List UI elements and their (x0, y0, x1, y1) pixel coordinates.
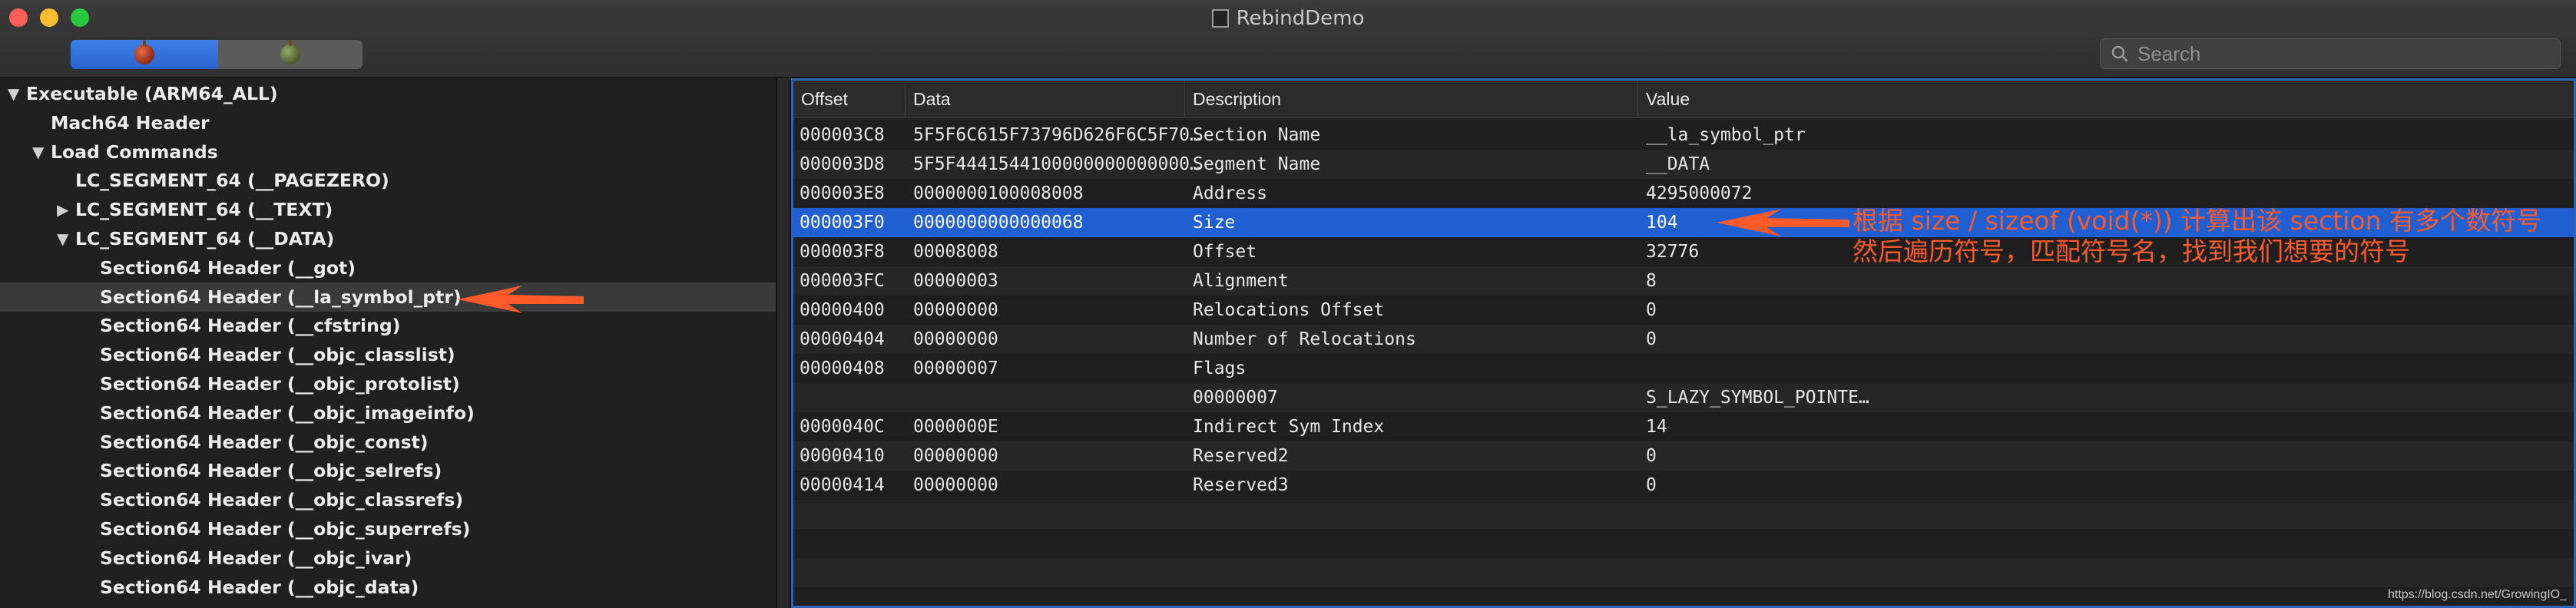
arrow-to-la-symbol-ptr (458, 286, 584, 313)
annotation-arrow-size (458, 209, 1849, 313)
arrow-to-size-row (1717, 209, 1849, 236)
watermark: https://blog.csdn.net/GrowingIO_ (2387, 588, 2567, 601)
